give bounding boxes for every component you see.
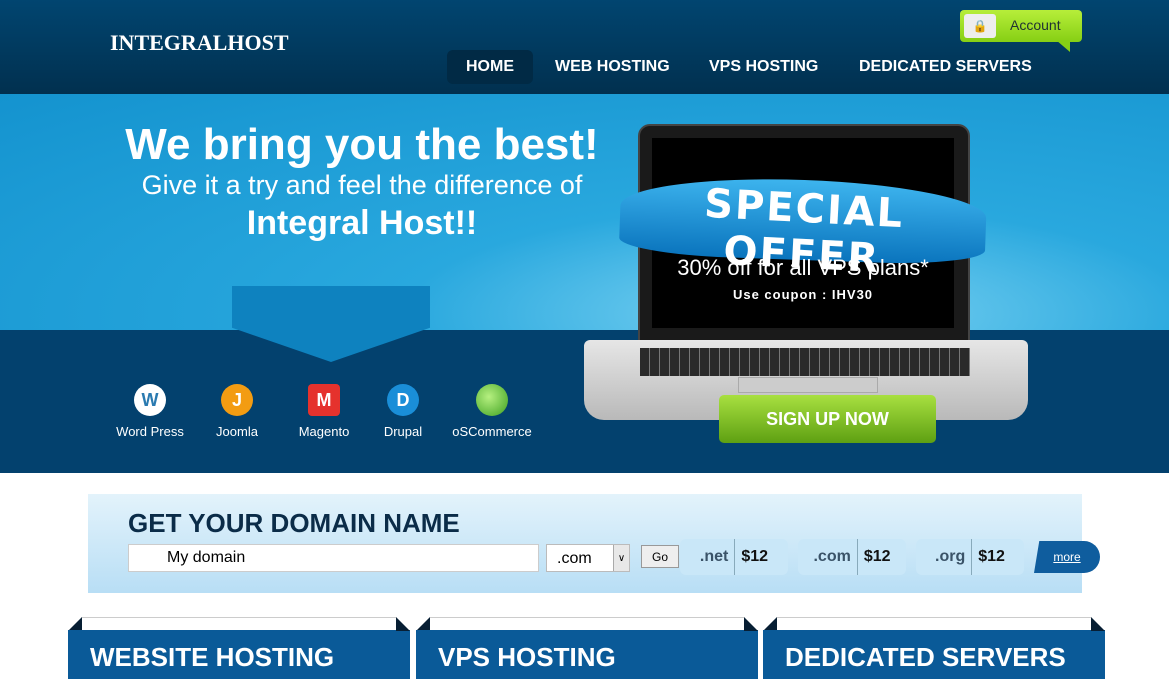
card-vps-hosting[interactable]: VPS HOSTING [416,617,758,679]
account-label: Account [1010,17,1061,33]
lock-icon: 🔒 [964,14,996,38]
card-title: WEBSITE HOSTING [68,630,410,679]
laptop-trackpad [738,377,878,393]
oscommerce-icon [476,384,508,416]
account-button[interactable]: 🔒 Account [960,10,1082,52]
card-top [430,617,744,631]
nav-vps-hosting[interactable]: VPS HOSTING [690,50,837,84]
nav-home[interactable]: HOME [447,50,533,84]
hero-brand: Integral Host!! [246,204,478,242]
tld-name: .org [935,539,973,575]
tld-name: .net [700,539,736,575]
tld-price: $12 [741,548,769,565]
domain-title: GET YOUR DOMAIN NAME [128,508,460,538]
hero-headline: We bring you the best! [125,120,599,169]
magento-icon: M [308,384,340,416]
cms-magento[interactable]: M Magento [279,384,369,439]
cms-label: Magento [298,424,350,439]
signup-button[interactable]: SIGN UP NOW [719,395,936,443]
cms-label: Word Press [116,424,184,439]
joomla-icon: J [221,384,253,416]
cms-label: Drupal [383,424,423,439]
card-website-hosting[interactable]: WEBSITE HOSTING [68,617,410,679]
cms-joomla[interactable]: J Joomla [192,384,282,439]
tld-price: $12 [863,548,891,565]
cms-drupal[interactable]: D Drupal [358,384,448,439]
card-top [777,617,1091,631]
laptop-keyboard [640,348,970,376]
logo[interactable]: INTEGRALHOST [110,30,289,56]
card-title: DEDICATED SERVERS [763,630,1105,679]
tld-price-com: .com $12 [798,539,906,575]
tld-price: $12 [978,548,1005,565]
go-button[interactable]: Go [641,545,679,568]
hero-subline: Give it a try and feel the difference of [141,170,583,200]
chevron-down-icon: ∨ [613,545,629,571]
card-dedicated-servers[interactable]: DEDICATED SERVERS [763,617,1105,679]
tld-price-net: .net $12 [680,539,788,575]
cms-label: oSCommerce [452,424,532,439]
offer-text: 30% off for all VPS plans* [677,255,929,280]
tld-name: .com [813,539,858,575]
drupal-icon: D [387,384,419,416]
cms-wordpress[interactable]: W Word Press [105,384,195,439]
cms-oscommerce[interactable]: oSCommerce [447,384,537,439]
nav-web-hosting[interactable]: WEB HOSTING [536,50,689,84]
cms-label: Joomla [216,424,258,439]
card-top [82,617,396,631]
tld-price-org: .org $12 [916,539,1024,575]
coupon-text: Use coupon : IHV30 [732,287,874,302]
tld-select[interactable]: .com ∨ [546,544,630,572]
domain-input[interactable] [128,544,539,572]
tld-selected: .com [557,550,592,567]
more-link[interactable]: more [1034,541,1100,573]
nav-dedicated-servers[interactable]: DEDICATED SERVERS [840,50,1051,84]
card-title: VPS HOSTING [416,630,758,679]
wordpress-icon: W [134,384,166,416]
